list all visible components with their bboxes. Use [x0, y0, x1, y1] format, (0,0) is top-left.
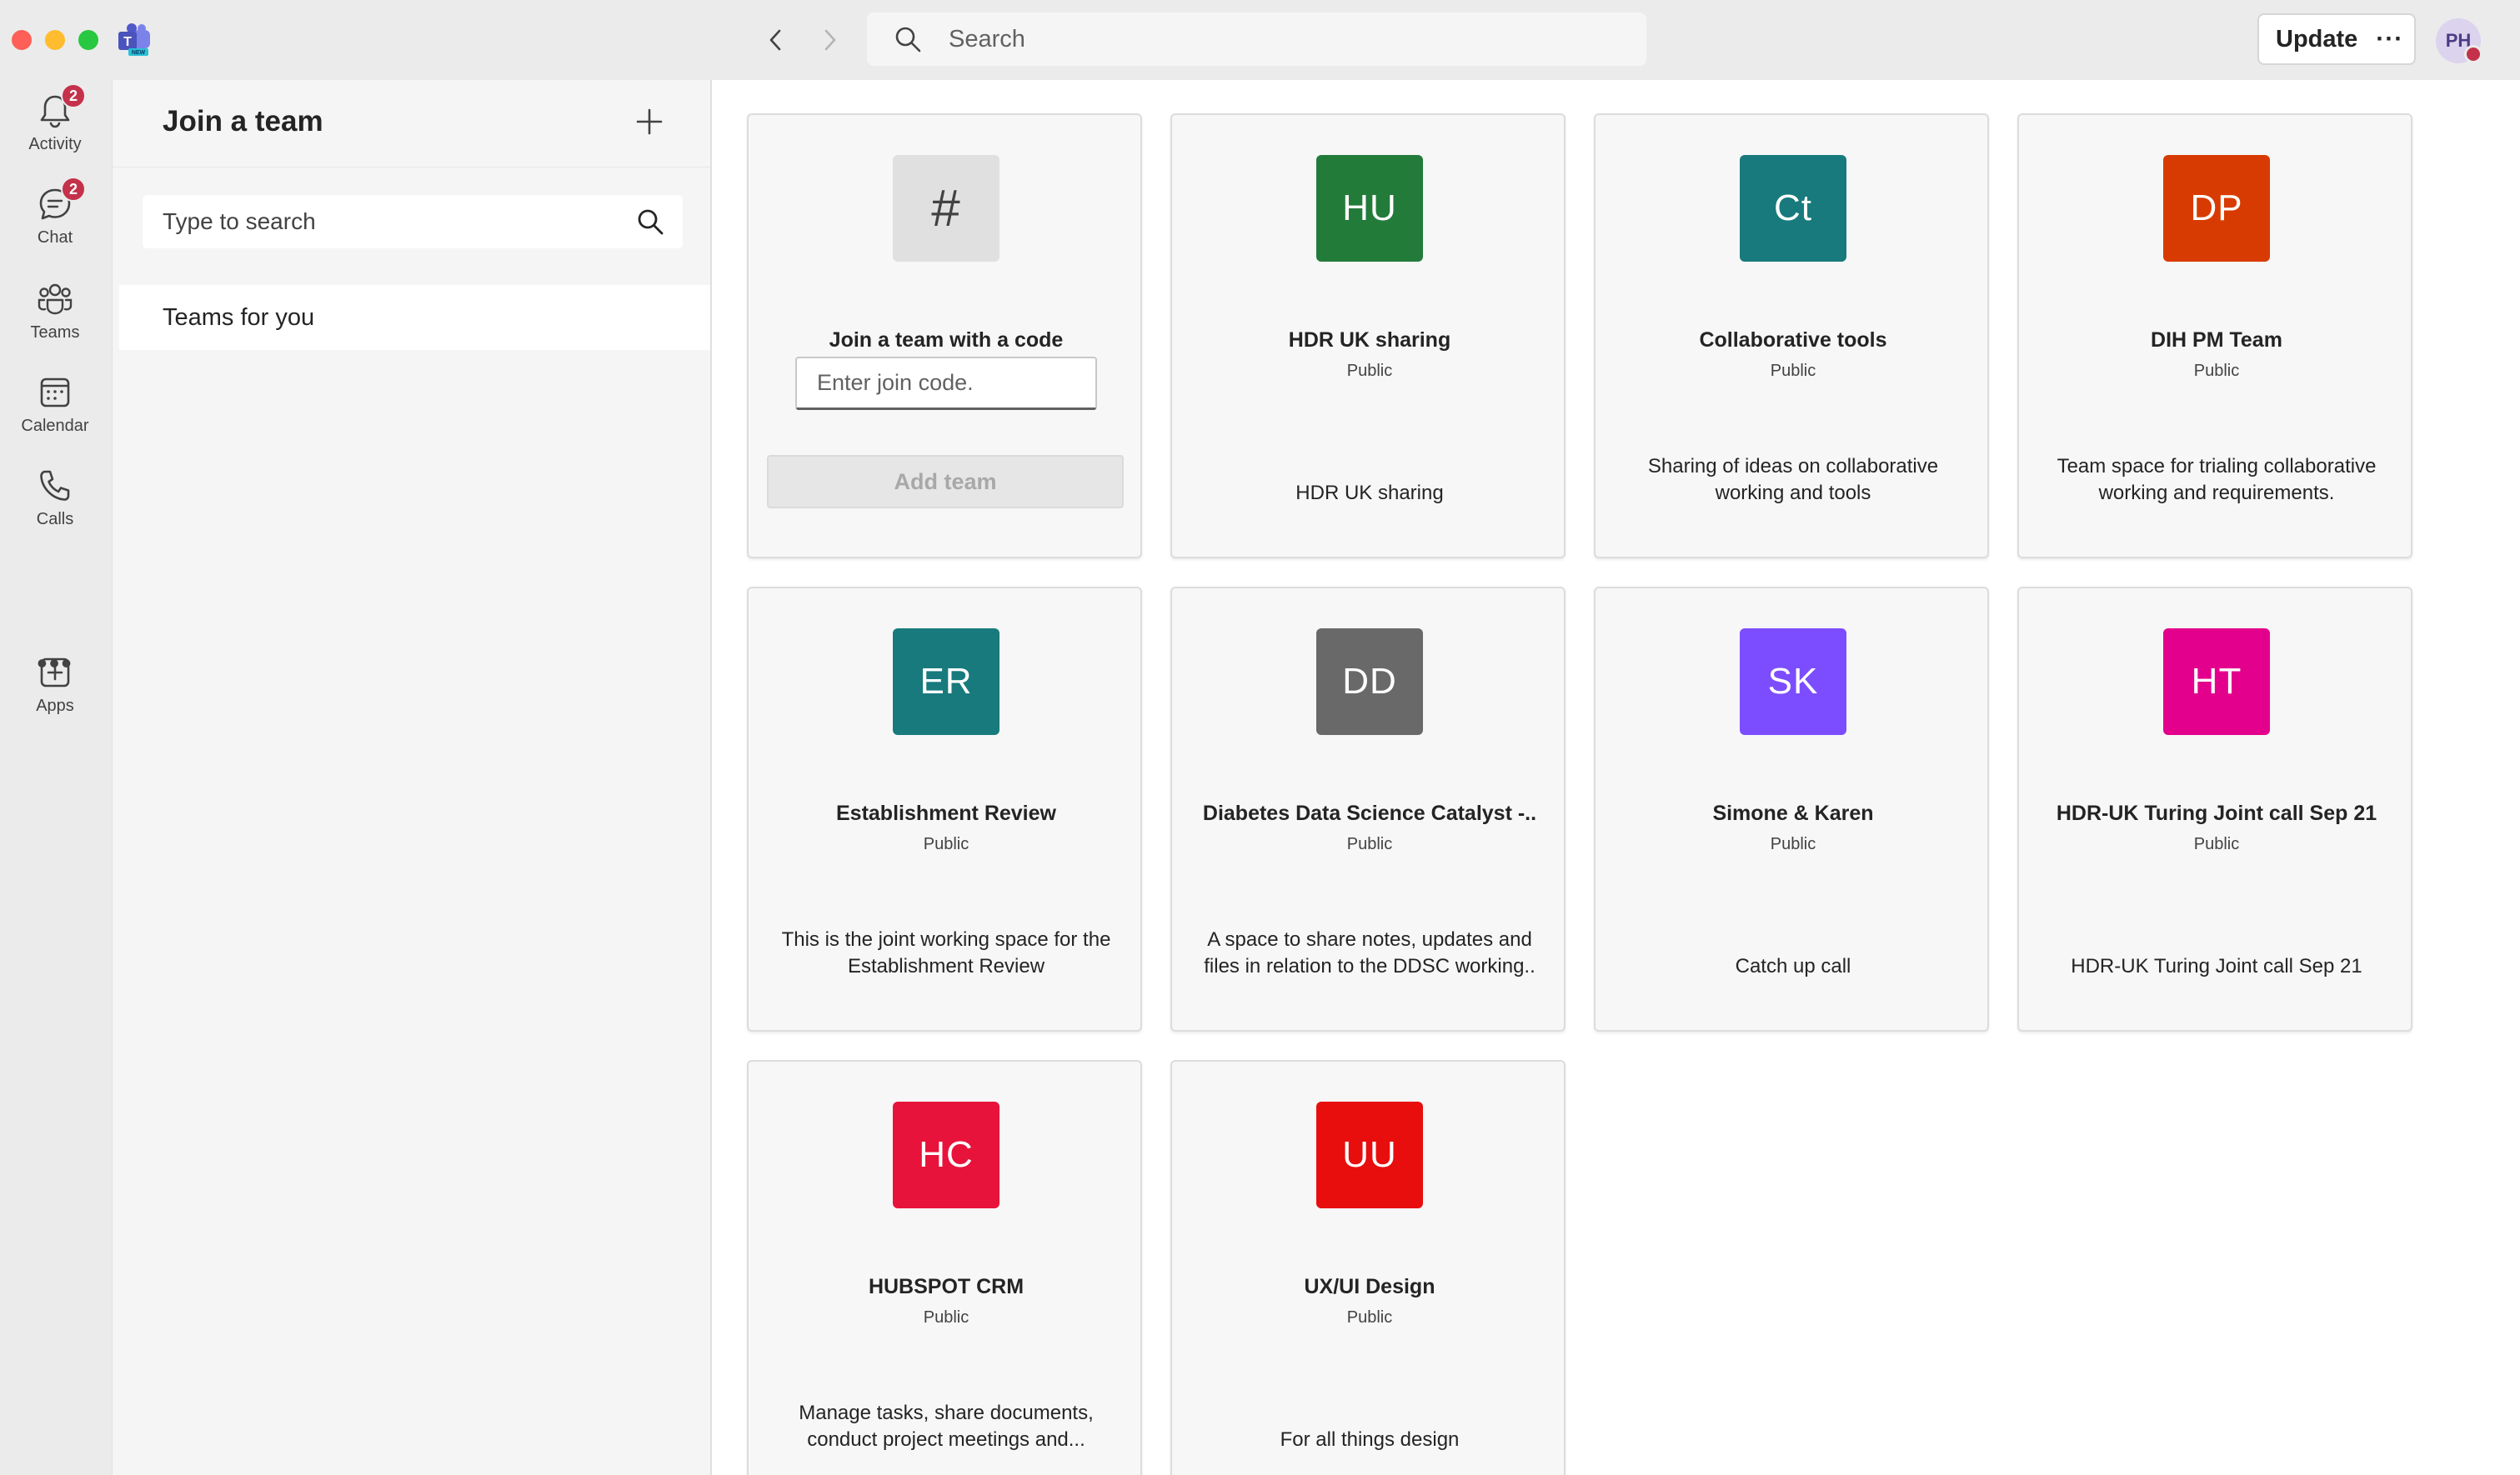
team-visibility: Public: [1770, 362, 1816, 380]
team-description: Team space for trialing collaborative wo…: [2057, 455, 2377, 504]
join-team-panel: Join a team Type to search Teams for you: [112, 80, 711, 1475]
panel-title: Join a team: [163, 105, 323, 138]
rail-item-calls[interactable]: Calls: [0, 467, 110, 529]
chat-badge: 2: [61, 177, 86, 202]
add-apps-icon: [36, 653, 74, 692]
join-with-code-card: # Join a team with a code Add team: [747, 113, 1142, 558]
team-card[interactable]: HT HDR-UK Turing Joint call Sep 21 Publi…: [2017, 587, 2412, 1032]
teams-grid: # Join a team with a code Add team HU HD…: [710, 80, 2520, 1475]
more-options-icon[interactable]: ···: [2376, 25, 2403, 53]
bell-icon: 2: [36, 83, 86, 130]
team-name: Establishment Review: [836, 802, 1056, 825]
team-avatar: HT: [2163, 628, 2270, 735]
teams-icon: [36, 280, 74, 318]
team-card[interactable]: DD Diabetes Data Science Catalyst -.. Pu…: [1170, 587, 1566, 1032]
team-avatar: ER: [893, 628, 999, 735]
team-card[interactable]: Ct Collaborative tools Public Sharing of…: [1594, 113, 1989, 558]
team-name: Diabetes Data Science Catalyst -..: [1202, 802, 1537, 825]
team-description: A space to share notes, updates and file…: [1204, 928, 1536, 978]
activity-badge: 2: [61, 83, 86, 108]
search-icon[interactable]: [636, 208, 664, 236]
team-avatar: DD: [1316, 628, 1423, 735]
team-avatar: Ct: [1740, 155, 1846, 262]
minimize-window-button[interactable]: [45, 30, 65, 50]
team-name: HUBSPOT CRM: [868, 1275, 1025, 1298]
team-avatar: HU: [1316, 155, 1423, 262]
team-card[interactable]: HU HDR UK sharing Public HDR UK sharing: [1170, 113, 1566, 558]
divider: [113, 167, 711, 168]
join-card-title: Join a team with a code: [829, 328, 1064, 352]
close-window-button[interactable]: [12, 30, 32, 50]
phone-icon: [36, 467, 74, 505]
back-button[interactable]: [760, 25, 790, 55]
rail-item-teams[interactable]: Teams: [0, 280, 110, 342]
plus-icon: [636, 108, 663, 135]
team-visibility: Public: [1346, 362, 1393, 380]
team-avatar: HC: [893, 1102, 999, 1208]
team-visibility: Public: [1346, 1308, 1393, 1327]
chevron-left-icon: [769, 29, 781, 51]
rail-item-calendar[interactable]: Calendar: [0, 373, 110, 436]
nav-item-teams-for-you[interactable]: Teams for you: [119, 285, 711, 350]
create-team-button[interactable]: [633, 105, 666, 138]
rail-item-activity[interactable]: 2 Activity: [0, 83, 110, 154]
chat-icon: 2: [36, 177, 86, 223]
rail-label: Calendar: [21, 417, 89, 435]
team-description: For all things design: [1280, 1428, 1460, 1451]
team-name: UX/UI Design: [1304, 1275, 1435, 1298]
calendar-icon: [36, 373, 74, 412]
team-card[interactable]: ER Establishment Review Public This is t…: [747, 587, 1142, 1032]
add-team-button[interactable]: Add team: [767, 455, 1124, 508]
team-card[interactable]: HC HUBSPOT CRM Public Manage tasks, shar…: [747, 1060, 1142, 1475]
team-avatar: SK: [1740, 628, 1846, 735]
team-name: Collaborative tools: [1699, 328, 1887, 352]
team-card[interactable]: DP DIH PM Team Public Team space for tri…: [2017, 113, 2412, 558]
rail-item-apps[interactable]: Apps: [0, 653, 110, 716]
svg-text:T: T: [123, 35, 132, 49]
join-code-input[interactable]: [795, 357, 1097, 410]
presence-status-icon: [2464, 45, 2482, 63]
svg-text:NEW: NEW: [132, 50, 146, 56]
team-card[interactable]: SK Simone & Karen Public Catch up call: [1594, 587, 1989, 1032]
team-visibility: Public: [923, 835, 969, 853]
forward-button[interactable]: [815, 25, 845, 55]
rail-label: Chat: [37, 228, 73, 247]
team-name: Simone & Karen: [1712, 802, 1874, 825]
team-description: Manage tasks, share documents, conduct p…: [799, 1402, 1094, 1451]
team-description: HDR-UK Turing Joint call Sep 21: [2071, 955, 2362, 978]
team-name: HDR UK sharing: [1288, 328, 1451, 352]
rail-label: Apps: [36, 697, 74, 715]
team-visibility: Public: [1346, 835, 1393, 853]
rail-label: Calls: [36, 510, 74, 528]
team-visibility: Public: [2193, 835, 2240, 853]
hashtag-icon: #: [893, 155, 999, 262]
team-name: DIH PM Team: [2151, 328, 2282, 352]
search-icon: [895, 27, 921, 52]
team-visibility: Public: [2193, 362, 2240, 380]
search-placeholder: Search: [949, 25, 1025, 52]
team-avatar: DP: [2163, 155, 2270, 262]
team-description: This is the joint working space for the …: [781, 928, 1111, 978]
zoom-window-button[interactable]: [78, 30, 98, 50]
team-avatar: UU: [1316, 1102, 1423, 1208]
team-search-input[interactable]: Type to search: [143, 195, 683, 248]
global-search-bar[interactable]: Search: [867, 12, 1646, 66]
update-button[interactable]: Update ···: [2257, 13, 2416, 65]
teams-logo-icon: T NEW: [117, 23, 152, 57]
title-bar: T NEW Search Update ··· PH: [0, 0, 2520, 80]
rail-label: Teams: [30, 323, 80, 342]
app-rail: 2 Activity 2 Chat Teams Calendar Calls •…: [0, 80, 110, 1475]
update-label: Update: [2276, 25, 2358, 52]
chevron-right-icon: [824, 29, 836, 51]
rail-item-chat[interactable]: 2 Chat: [0, 177, 110, 248]
team-description: HDR UK sharing: [1295, 482, 1444, 504]
rail-label: Activity: [28, 135, 82, 153]
team-description: Catch up call: [1735, 955, 1851, 978]
team-visibility: Public: [1770, 835, 1816, 853]
team-card[interactable]: UU UX/UI Design Public For all things de…: [1170, 1060, 1566, 1475]
team-search-placeholder: Type to search: [163, 208, 316, 234]
team-description: Sharing of ideas on collaborative workin…: [1647, 455, 1939, 504]
team-name: HDR-UK Turing Joint call Sep 21: [2056, 802, 2377, 825]
team-visibility: Public: [923, 1308, 969, 1327]
